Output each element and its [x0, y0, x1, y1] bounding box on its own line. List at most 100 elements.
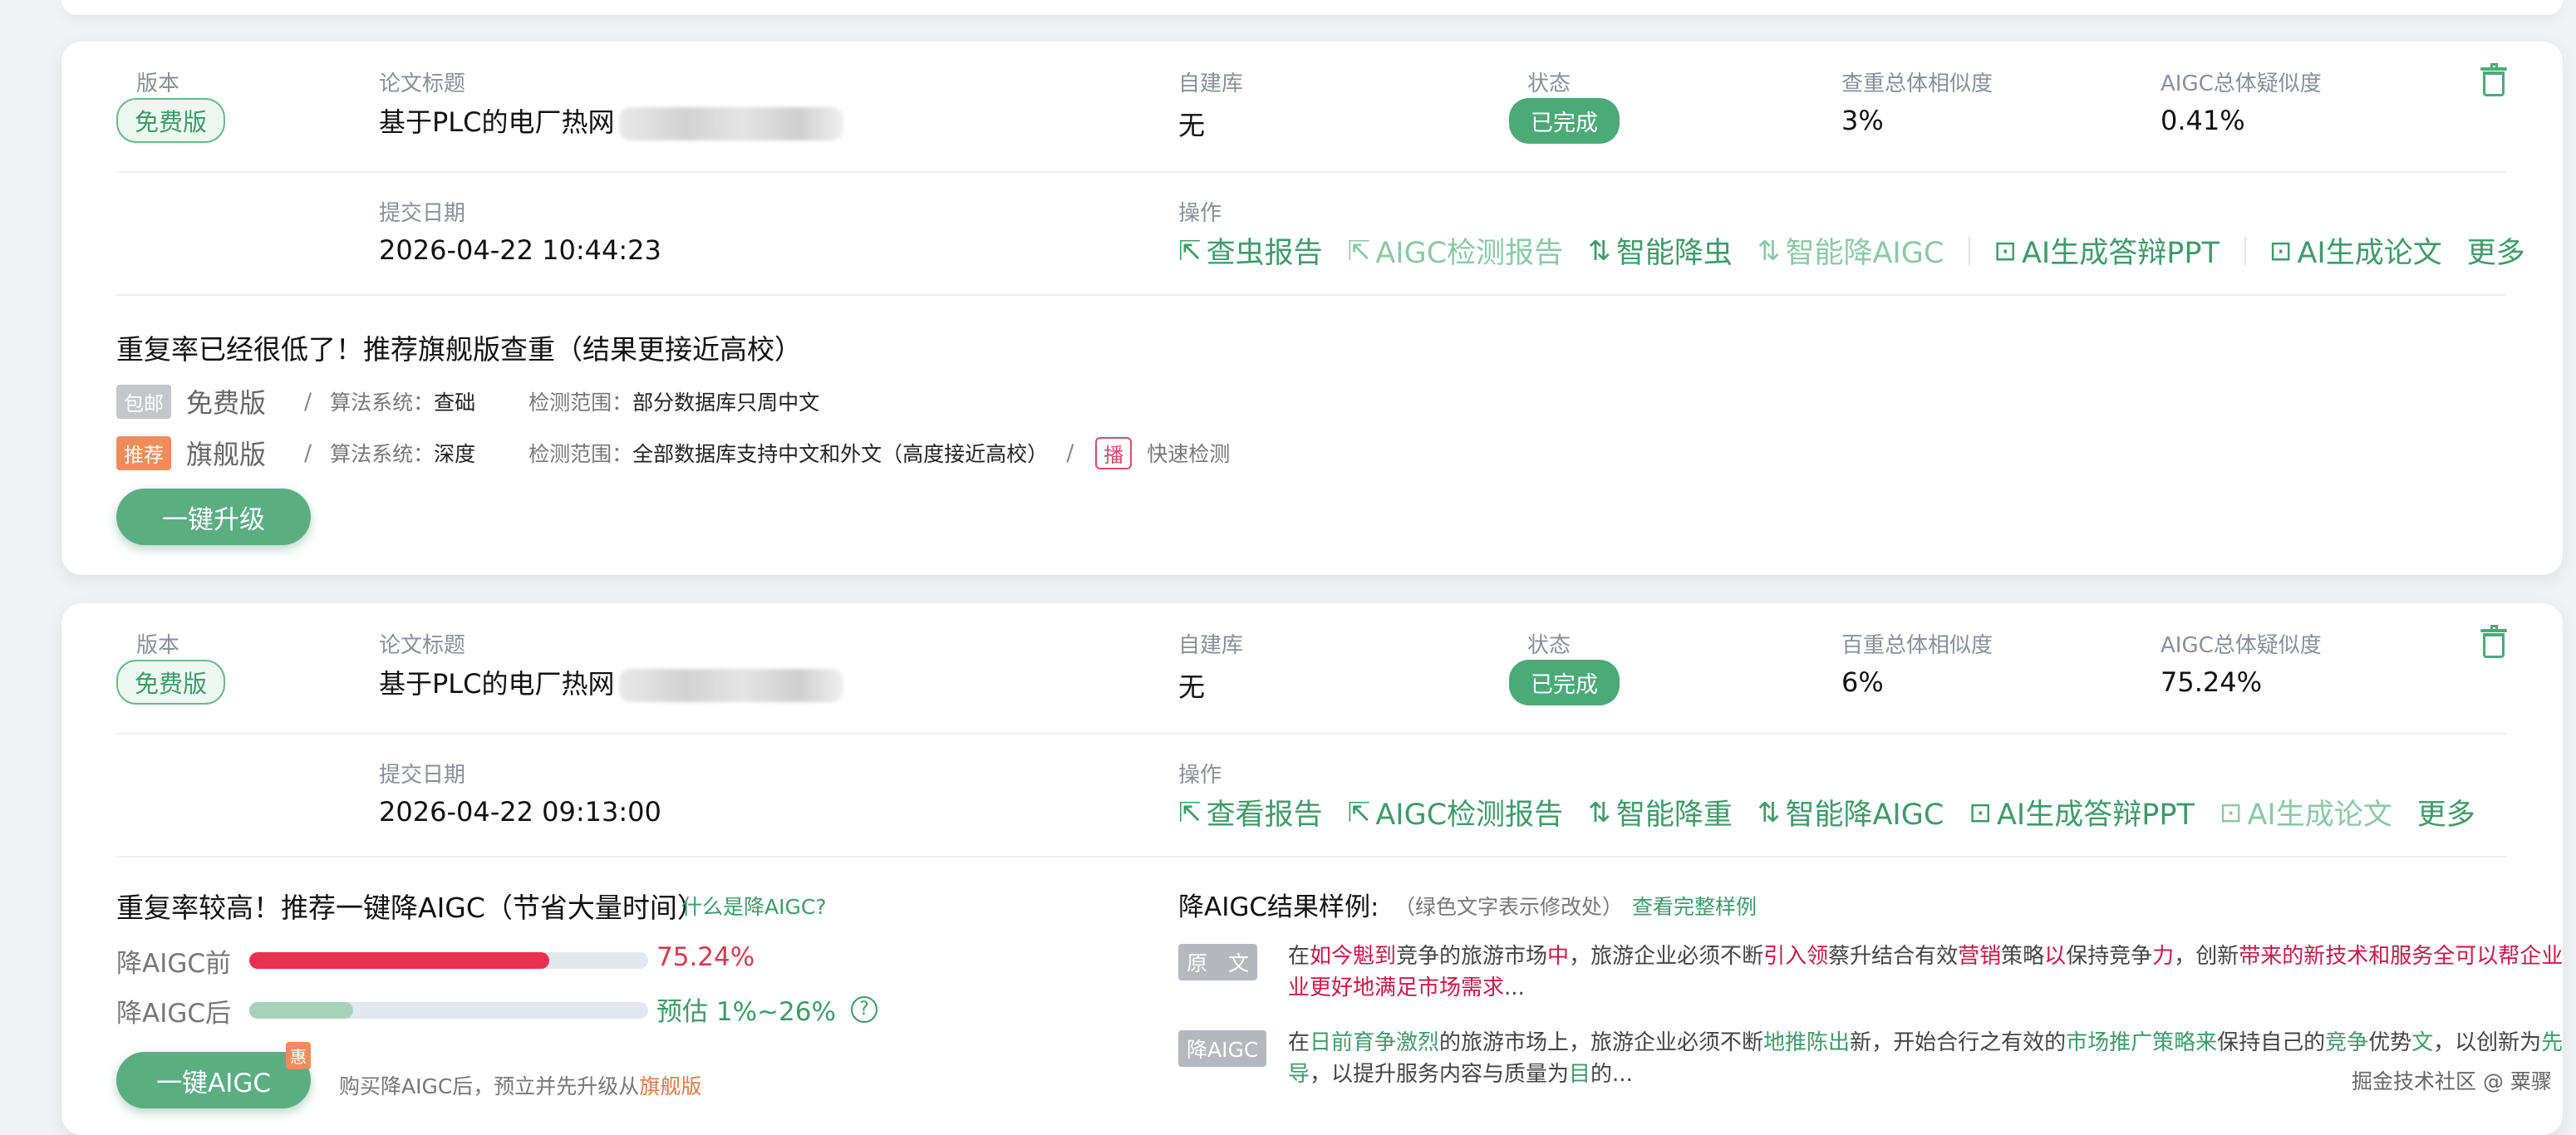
after-label: 降AIGC后	[116, 999, 232, 1029]
plan-name: 旗舰版	[186, 439, 267, 470]
sort-icon: ⇅	[1588, 234, 1611, 267]
after-value-wrap: 预估 1%~26% ?	[656, 990, 878, 1028]
sort-icon: ⇅	[1757, 234, 1781, 267]
aigc-value: 75.24%	[2161, 666, 2263, 698]
one-click-aigc-label: 一键AIGC	[155, 1068, 272, 1098]
text-segment: ，旅游企业必须不断	[1569, 944, 1764, 969]
text-segment: 地推陈出	[1763, 1030, 1851, 1055]
text-segment: 中	[1547, 944, 1570, 969]
ai-paper-link[interactable]: ⊡ AI生成论文	[2269, 229, 2442, 272]
after-value: 预估 1%~26%	[656, 997, 836, 1027]
more-link[interactable]: 更多	[2417, 791, 2475, 833]
footer-note: 购买降AIGC后，预立并先升级从旗舰版	[339, 1074, 702, 1098]
ops-label: 操作	[1178, 201, 1222, 226]
what-is-aigc-link[interactable]: 什么是降AIGC?	[681, 891, 827, 921]
range-label: 检测范围：	[528, 391, 633, 415]
divider	[116, 171, 2506, 173]
fast-detect-label: 快速检测	[1147, 442, 1231, 466]
sort-icon: ⇅	[1588, 796, 1611, 828]
one-click-aigc-button[interactable]: 一键AIGC 惠	[116, 1042, 311, 1108]
smart-reduce-aigc-link[interactable]: ⇅ 智能降AIGC	[1757, 791, 1944, 833]
paper-title-text: 基于PLC的电厂热网	[379, 106, 615, 138]
text-segment: 在	[1288, 1030, 1310, 1055]
upgrade-button[interactable]: 一键升级	[116, 489, 311, 545]
plan-tag: 推荐	[116, 435, 171, 470]
view-report-link[interactable]: ⇱ 查看报告	[1178, 791, 1323, 833]
text-segment: 以	[2044, 944, 2067, 969]
text-segment: 日前育争激烈	[1310, 1030, 1440, 1055]
plan-name: 免费版	[186, 387, 267, 419]
previous-card-edge	[61, 0, 2563, 15]
text-segment: ...	[1504, 975, 1525, 1000]
external-link-icon: ⇱	[1347, 796, 1371, 828]
ai-ppt-link[interactable]: ⊡ AI生成答辩PPT	[1969, 791, 2195, 833]
submit-date-label: 提交日期	[379, 763, 466, 788]
ai-paper-link[interactable]: ⊡ AI生成论文	[2220, 791, 2392, 833]
similarity-label: 查重总体相似度	[1841, 71, 1993, 96]
ai-ppt-link[interactable]: ⊡ AI生成答辩PPT	[1993, 229, 2220, 272]
selfdb-label: 自建库	[1178, 633, 1244, 658]
ops-label: 操作	[1178, 763, 1222, 788]
text-segment: 保持竞争	[2066, 944, 2153, 969]
range-label: 检测范围：	[528, 442, 633, 466]
version-badge: 免费版	[116, 660, 226, 705]
feature-badge: 播	[1095, 436, 1133, 469]
question-icon[interactable]: ?	[850, 995, 878, 1023]
flagship-highlight: 旗舰版	[639, 1074, 702, 1098]
blurred-title-remainder	[619, 669, 844, 702]
aigc-label: AIGC总体疑似度	[2161, 633, 2322, 658]
title-label: 论文标题	[379, 633, 466, 658]
before-label: 降AIGC前	[116, 949, 232, 979]
robot-icon: ⊡	[1993, 234, 2017, 267]
selfdb-value: 无	[1178, 671, 1206, 703]
divider	[116, 856, 2506, 857]
text-segment: 力	[2152, 944, 2175, 969]
status-badge: 已完成	[1509, 660, 1620, 705]
robot-icon: ⊡	[2269, 234, 2293, 267]
submit-date-label: 提交日期	[379, 201, 466, 226]
before-bar-fill	[249, 952, 550, 969]
aigc-report-link[interactable]: ⇱ AIGC检测报告	[1348, 229, 1563, 272]
range-value: 全部数据库支持中文和外文（高度接近高校）	[632, 442, 1049, 466]
text-segment: 策略	[2001, 944, 2045, 969]
external-link-icon: ⇱	[1178, 796, 1202, 828]
text-segment: 文	[2411, 1030, 2434, 1055]
robot-icon: ⊡	[2219, 796, 2243, 828]
text-segment: 竞争的旅游市场	[1396, 944, 1548, 969]
external-link-icon: ⇱	[1347, 234, 1371, 267]
text-segment: 保持自己的	[2217, 1030, 2326, 1055]
more-link[interactable]: 更多	[2467, 229, 2525, 272]
robot-icon: ⊡	[1969, 796, 1992, 828]
text-segment: ，创新	[2174, 944, 2239, 969]
smart-reduce-link[interactable]: ⇅ 智能降重	[1588, 791, 1733, 833]
smart-reduce-aigc-link[interactable]: ⇅ 智能降AIGC	[1757, 229, 1944, 272]
before-value: 75.24%	[656, 942, 755, 972]
slash: /	[1066, 440, 1074, 466]
selfdb-value: 无	[1178, 110, 1206, 141]
algo-value: 查础	[434, 391, 476, 415]
slash: /	[304, 388, 312, 415]
submit-date-value: 2026-04-22 10:44:23	[379, 234, 661, 266]
similarity-value: 6%	[1841, 666, 1884, 698]
blurred-title-remainder	[619, 107, 844, 140]
text-segment: 引入领	[1763, 944, 1829, 969]
status-label: 状态	[1527, 633, 1571, 658]
title-label: 论文标题	[379, 71, 466, 96]
view-full-sample-link[interactable]: 查看完整样例	[1632, 891, 1757, 921]
text-segment: 的旅游市场上，旅游企业必须不断	[1439, 1030, 1764, 1055]
version-label: 版本	[136, 633, 180, 658]
divider	[116, 294, 2506, 296]
smart-reduce-link[interactable]: ⇅ 智能降虫	[1588, 229, 1733, 272]
submit-date-value: 2026-04-22 09:13:00	[379, 796, 661, 828]
view-report-link[interactable]: ⇱ 查虫报告	[1178, 229, 1323, 272]
trash-icon[interactable]	[2480, 625, 2507, 658]
status-label: 状态	[1527, 71, 1571, 96]
range-value: 部分数据库只周中文	[632, 391, 820, 415]
aigc-value: 0.41%	[2161, 105, 2245, 136]
similarity-label: 百重总体相似度	[1841, 633, 1993, 658]
aigc-report-link[interactable]: ⇱ AIGC检测报告	[1348, 791, 1563, 833]
trash-icon[interactable]	[2480, 63, 2507, 96]
after-bar	[249, 1002, 648, 1019]
algo-label: 算法系统：	[330, 391, 435, 415]
before-bar	[249, 952, 648, 969]
